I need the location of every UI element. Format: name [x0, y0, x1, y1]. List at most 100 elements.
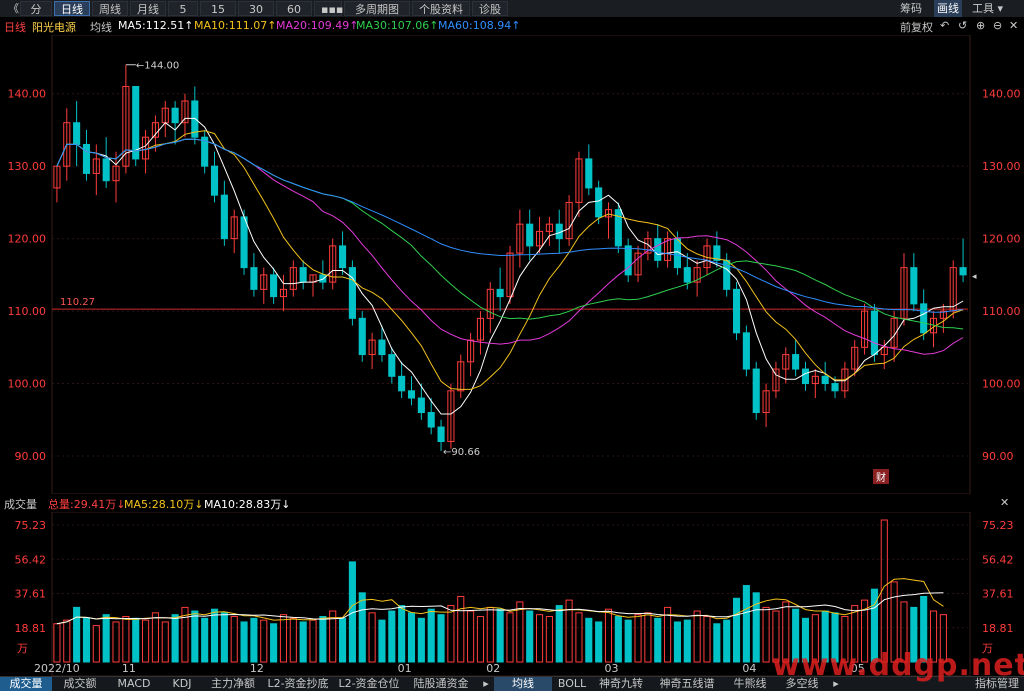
indicator-tab-12[interactable]: 神奇五线谱 [650, 677, 724, 691]
indicator-tab-13[interactable]: 牛熊线 [724, 677, 776, 691]
candle-body [624, 245, 632, 276]
period-button-2[interactable]: 周线 [92, 1, 128, 16]
tools-menu[interactable]: 工具 ▾ [972, 0, 1003, 17]
candle-body [801, 368, 810, 385]
volume-bar [250, 617, 258, 663]
volume-bar [191, 610, 199, 663]
period-button-4[interactable]: 5分 [168, 1, 198, 31]
ma20-value: MA20:109.49↑ [276, 19, 359, 32]
chip-distribution-button[interactable]: 筹码 [900, 0, 922, 17]
x-tick-label: 11 [122, 662, 136, 675]
ma10-value: MA10:111.07↑ [194, 19, 277, 32]
x-tick-label: 03 [604, 662, 618, 675]
candle-body [171, 107, 179, 124]
volume-bar [535, 614, 544, 663]
period-button-6[interactable]: 30分 [238, 1, 274, 31]
volume-bar [476, 615, 485, 663]
indicator-tab-2[interactable]: MACD [108, 677, 160, 691]
indicator-tab-7[interactable]: 陆股通资金 [404, 677, 478, 691]
volume-bar [496, 608, 504, 663]
close-icon[interactable]: ✕ [1009, 19, 1018, 32]
indicator-tab-5[interactable]: L2-资金抄底 [262, 677, 334, 691]
volume-tick-right: 56.42 [982, 553, 1014, 566]
candlestick-chart[interactable]: 140.00 140.00 130.00 130.00 120.00 120.00 110.… [0, 35, 1024, 494]
volume-bar [388, 610, 396, 663]
indicator-tab-6[interactable]: L2-资金仓位 [334, 677, 404, 691]
candle-body [792, 354, 800, 370]
current-price-marker: ◂ [972, 272, 977, 282]
volume-bar [555, 605, 563, 663]
volume-bar [457, 595, 465, 663]
draw-line-button[interactable]: 画线 [934, 0, 962, 17]
indicator-tab-8[interactable]: ▸ [478, 677, 494, 691]
volume-bar [644, 612, 652, 663]
volume-total: 总量:29.41万↓ [48, 498, 126, 511]
volume-bar [142, 619, 150, 663]
candle-body [526, 223, 534, 247]
volume-bar [92, 625, 100, 663]
volume-bar [358, 592, 366, 663]
period-button-11[interactable]: 诊股 [472, 1, 508, 16]
undo-icon[interactable]: ↶ [940, 19, 949, 32]
ma-label[interactable]: 均线 [90, 19, 112, 35]
candle-body [614, 209, 622, 247]
volume-bar [132, 617, 140, 663]
volume-bar [210, 608, 219, 663]
volume-bar [654, 617, 662, 663]
volume-bar [447, 605, 455, 663]
zoom-out-icon[interactable]: ⊖ [993, 19, 1002, 32]
candle-body [831, 383, 839, 392]
candle-body [870, 310, 878, 356]
candle-body [358, 317, 366, 356]
x-tick-label: 12 [250, 662, 264, 675]
y-tick-left: 110.00 [8, 305, 47, 318]
candle-body [496, 288, 504, 298]
period-button-3[interactable]: 月线 [130, 1, 166, 16]
candle-body [437, 426, 445, 443]
volume-bar [289, 617, 297, 663]
volume-bar [732, 597, 741, 663]
volume-bar [82, 617, 91, 663]
period-button-10[interactable]: 个股资料 [412, 1, 470, 16]
period-button-9[interactable]: 多周期图 ▾ [344, 1, 410, 31]
volume-bar [201, 617, 209, 663]
zoom-in-icon[interactable]: ⊕ [976, 19, 985, 32]
volume-bar [63, 619, 71, 663]
candle-body [920, 303, 928, 334]
period-button-0[interactable]: 分时 [20, 1, 52, 31]
volume-tick-left: 56.42 [15, 553, 47, 566]
volume-tick-right: 75.23 [982, 519, 1014, 532]
x-tick-label: 01 [398, 662, 412, 675]
indicator-tab-11[interactable]: 神奇九转 [592, 677, 650, 691]
y-tick-right: 140.00 [982, 88, 1021, 101]
candle-body [427, 412, 435, 428]
volume-bar [693, 610, 701, 663]
period-button-1[interactable]: 日线 [54, 1, 90, 16]
indicator-tab-9[interactable]: 均线 [494, 677, 552, 691]
indicator-tab-0[interactable]: 成交量 [0, 677, 52, 691]
low-label: ←90.66 [443, 447, 480, 458]
volume-tick-left: 18.81 [15, 622, 47, 635]
candle-body [240, 216, 248, 269]
volume-bar [526, 610, 534, 663]
adjust-selector[interactable]: 前复权 [900, 19, 933, 35]
volume-bar [319, 615, 327, 663]
indicator-tab-1[interactable]: 成交额 [52, 677, 108, 691]
volume-bar [575, 612, 583, 663]
period-button-5[interactable]: 15分 [200, 1, 236, 31]
volume-bar [339, 617, 347, 663]
y-tick-right: 110.00 [982, 305, 1021, 318]
volume-bar [634, 614, 642, 663]
indicator-tab-3[interactable]: KDJ [160, 677, 204, 691]
period-label: 日线 [4, 21, 26, 34]
period-button-7[interactable]: 60分 [276, 1, 312, 31]
x-tick-label: 02 [486, 662, 500, 675]
indicator-tab-4[interactable]: 主力净额 [204, 677, 262, 691]
ma-info-bar: 日线 阳光电源 均线 MA5:112.51↑ MA10:111.07↑ MA20… [0, 17, 1024, 35]
volume-bar [762, 606, 770, 663]
indicator-tab-10[interactable]: BOLL [552, 677, 592, 691]
period-button-8[interactable]: ▪▪▪ [314, 1, 343, 16]
candle-body [585, 158, 593, 189]
volume-close-icon[interactable]: ✕ [1000, 496, 1009, 509]
refresh-icon[interactable]: ↺ [958, 19, 967, 32]
